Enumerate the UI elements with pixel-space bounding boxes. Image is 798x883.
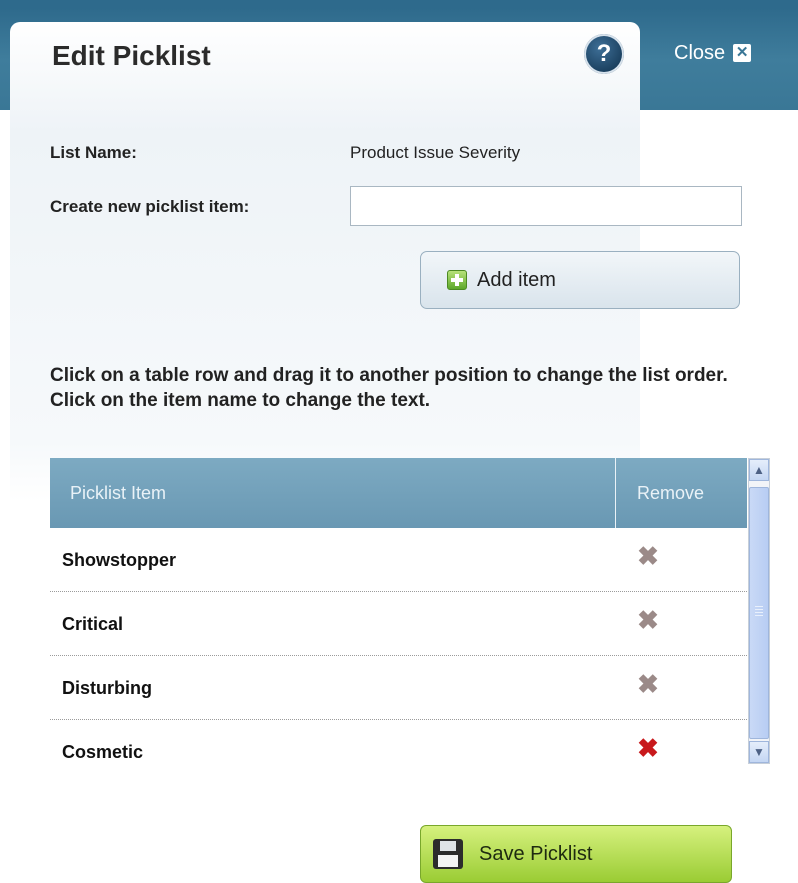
floppy-disk-icon — [433, 839, 463, 869]
scroll-grip-icon — [755, 606, 763, 618]
scroll-down-icon[interactable]: ▼ — [749, 741, 769, 763]
table-row[interactable]: Showstopper ✖ — [50, 528, 747, 592]
save-picklist-label: Save Picklist — [479, 842, 593, 865]
column-divider — [615, 458, 616, 528]
table-row[interactable]: Disturbing ✖ — [50, 656, 747, 720]
close-button[interactable]: Close ✕ — [674, 40, 752, 66]
remove-icon[interactable]: ✖ — [637, 735, 659, 761]
add-item-button[interactable]: Add item — [420, 251, 740, 309]
close-icon[interactable]: ✕ — [733, 44, 752, 62]
remove-icon[interactable]: ✖ — [637, 607, 659, 633]
remove-icon[interactable]: ✖ — [637, 671, 659, 697]
close-label: Close — [674, 41, 726, 64]
list-name-label: List Name: — [50, 143, 137, 162]
column-header-remove: Remove — [637, 483, 705, 503]
table-header: Picklist Item Remove — [50, 458, 747, 528]
list-name-value: Product Issue Severity — [350, 143, 521, 162]
table-row[interactable]: Critical ✖ — [50, 592, 747, 656]
column-header-item: Picklist Item — [70, 483, 167, 503]
picklist-item-name[interactable]: Disturbing — [62, 656, 152, 720]
picklist-item-name[interactable]: Showstopper — [62, 528, 176, 592]
table-row[interactable]: Cosmetic ✖ — [50, 720, 747, 784]
picklist-item-name[interactable]: Cosmetic — [62, 720, 143, 784]
table-scrollbar[interactable]: ▲ ▼ — [748, 458, 770, 764]
new-item-input[interactable] — [350, 186, 742, 226]
picklist-item-name[interactable]: Critical — [62, 592, 123, 656]
scroll-up-icon[interactable]: ▲ — [749, 459, 769, 481]
remove-icon[interactable]: ✖ — [637, 543, 659, 569]
plus-icon — [447, 270, 467, 290]
scroll-thumb[interactable] — [749, 487, 769, 739]
add-item-label: Add item — [477, 268, 556, 291]
save-picklist-button[interactable]: Save Picklist — [420, 825, 732, 883]
instructions-text: Click on a table row and drag it to anot… — [50, 365, 728, 411]
dialog-title: Edit Picklist — [52, 40, 211, 71]
new-item-label: Create new picklist item: — [50, 197, 250, 216]
picklist-table: Picklist Item Remove Showstopper ✖ Criti… — [50, 458, 747, 784]
help-icon[interactable]: ? — [584, 34, 624, 74]
